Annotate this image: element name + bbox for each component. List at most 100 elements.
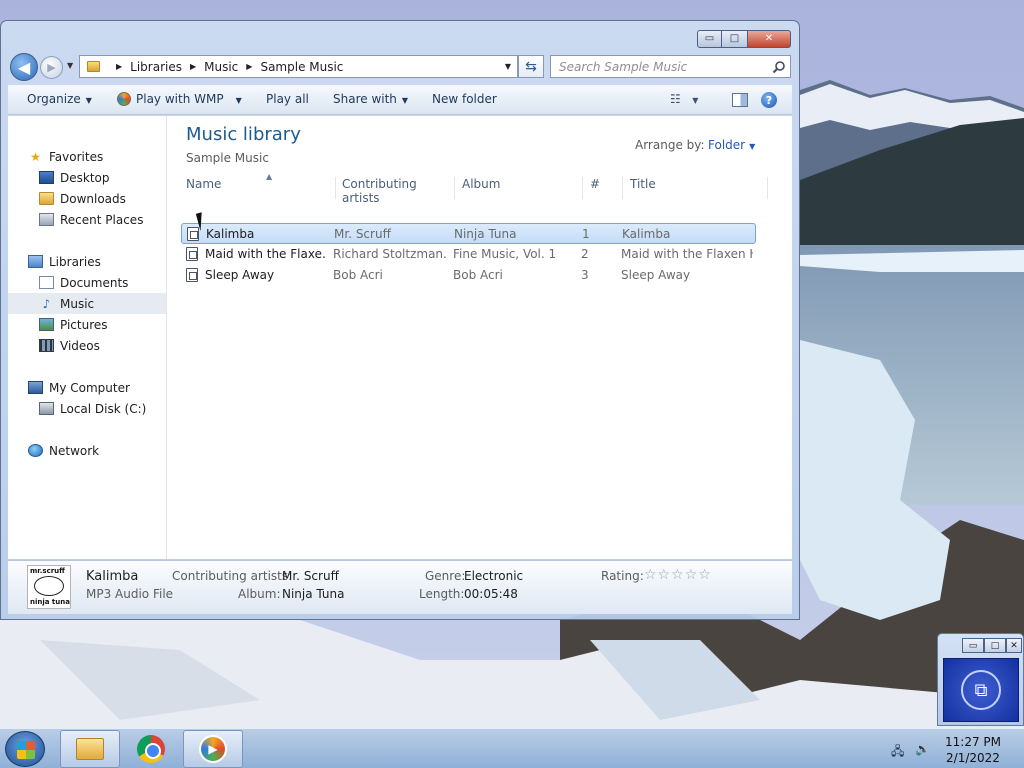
search-input[interactable] [559, 59, 759, 74]
album-art-drawing [34, 576, 64, 596]
minimize-button[interactable]: ▭ [697, 30, 722, 48]
details-artists-value[interactable]: Mr. Scruff [282, 569, 339, 583]
details-genre-label: Genre: [425, 569, 466, 583]
recent-places-icon [39, 213, 54, 226]
forward-button[interactable]: ▶ [40, 56, 63, 79]
change-view-button[interactable]: ☷ ▼ [670, 92, 698, 106]
nav-label: Downloads [60, 191, 126, 206]
navigation-bar: ◀ ▶ ▼ ▶ Libraries ▶ Music ▶ Sample Music… [1, 52, 799, 82]
details-pane: mr.scruff ninja tuna Kalimba MP3 Audio F… [8, 560, 792, 614]
nav-label: Recent Places [60, 212, 144, 227]
mini-restore-button[interactable]: □ [984, 638, 1006, 653]
cell-number: 3 [581, 268, 589, 282]
cell-title: Kalimba [622, 227, 671, 241]
table-row[interactable]: Kalimba Mr. Scruff Ninja Tuna 1 Kalimba [181, 223, 756, 244]
pictures-icon [39, 318, 54, 331]
star-icon: ★ [30, 149, 41, 164]
nav-desktop[interactable]: Desktop [8, 167, 166, 188]
arrange-by-dropdown[interactable]: Folder ▼ [708, 138, 755, 152]
nav-local-disk[interactable]: Local Disk (C:) [8, 398, 166, 419]
details-file-name: Kalimba [86, 569, 139, 584]
nav-favorites[interactable]: ★ Favorites [8, 146, 166, 167]
column-header-album[interactable]: Album [455, 177, 583, 199]
nav-libraries[interactable]: Libraries [8, 251, 166, 272]
clock-time: 11:27 PM [945, 735, 1001, 749]
nav-documents[interactable]: Documents [8, 272, 166, 293]
table-row[interactable]: Maid with the Flaxe... Richard Stoltzman… [181, 244, 756, 265]
mini-minimize-button[interactable]: ▭ [962, 638, 984, 653]
details-genre-value[interactable]: Electronic [464, 569, 523, 583]
chevron-down-icon: ▼ [401, 96, 409, 105]
back-arrow-icon: ◀ [17, 57, 31, 77]
refresh-button[interactable]: ⇆ [518, 55, 544, 78]
volume-icon[interactable]: 🔊 [915, 742, 930, 756]
chevron-down-icon: ▼ [85, 96, 92, 105]
organize-label: Organize [27, 92, 81, 106]
cell-artist: Bob Acri [333, 268, 383, 282]
chevron-down-icon: ▼ [749, 142, 756, 151]
help-icon[interactable]: ? [761, 92, 777, 108]
forward-arrow-icon: ▶ [47, 61, 56, 74]
recent-pages-dropdown[interactable]: ▼ [67, 61, 73, 70]
nav-downloads[interactable]: Downloads [8, 188, 166, 209]
taskbar-chrome-button[interactable] [121, 730, 181, 768]
column-header-artists[interactable]: Contributing artists [335, 177, 455, 205]
play-with-wmp-button[interactable]: Play with WMP ▼ [117, 92, 242, 106]
taskbar-media-player-button[interactable]: ▶ [183, 730, 243, 768]
nav-pictures[interactable]: Pictures [8, 314, 166, 335]
column-header-number[interactable]: # [583, 177, 623, 199]
play-all-button[interactable]: Play all [266, 92, 309, 106]
sort-ascending-icon: ▲ [266, 172, 273, 181]
nav-videos[interactable]: Videos [8, 335, 166, 356]
cell-name: Kalimba [206, 227, 255, 241]
downloads-folder-icon [39, 192, 54, 205]
chevron-right-icon[interactable]: ▶ [190, 62, 196, 71]
cell-artist: Richard Stoltzman... [333, 247, 448, 261]
details-rating-label: Rating: [601, 569, 644, 583]
address-bar[interactable]: ▶ Libraries ▶ Music ▶ Sample Music ▼ [79, 55, 518, 78]
search-box[interactable] [550, 55, 791, 78]
remote-desktop-mini-window[interactable]: ▭ □ ✕ ⧉ [937, 633, 1024, 726]
chevron-down-icon[interactable]: ▼ [505, 62, 511, 71]
details-artists-label: Contributing artists: [172, 569, 293, 583]
column-header-name[interactable]: Name ▲ [186, 172, 336, 199]
nav-network[interactable]: Network [8, 440, 166, 461]
maximize-button[interactable]: □ [722, 30, 748, 48]
start-button[interactable] [5, 731, 45, 767]
back-button[interactable]: ◀ [10, 53, 38, 81]
media-player-icon [117, 92, 131, 106]
chevron-right-icon[interactable]: ▶ [246, 62, 252, 71]
nav-label: Libraries [49, 254, 101, 269]
navigation-pane: ★ Favorites Desktop Downloads Recent Plac… [8, 116, 167, 559]
organize-button[interactable]: Organize ▼ [27, 92, 92, 106]
share-with-button[interactable]: Share with ▼ [333, 92, 408, 106]
nav-label: Desktop [60, 170, 110, 185]
cell-title: Sleep Away [621, 268, 691, 282]
nav-recent-places[interactable]: Recent Places [8, 209, 166, 230]
mini-close-button[interactable]: ✕ [1006, 638, 1022, 653]
details-album-value[interactable]: Ninja Tuna [282, 587, 345, 601]
breadcrumb-music[interactable]: Music [204, 60, 238, 74]
rating-stars[interactable]: ☆☆☆☆☆ [644, 567, 712, 583]
remote-desktop-icon[interactable]: ⧉ [943, 658, 1019, 722]
column-header-title[interactable]: Title [623, 177, 768, 199]
explorer-window: ▭ □ ✕ ◀ ▶ ▼ ▶ Libraries ▶ Music ▶ Sample… [0, 20, 800, 620]
nav-my-computer[interactable]: My Computer [8, 377, 166, 398]
details-file-type: MP3 Audio File [86, 587, 174, 601]
search-icon[interactable] [772, 60, 786, 74]
network-tray-icon[interactable]: 🖧 [891, 742, 905, 758]
nav-music[interactable]: ♪ Music [8, 293, 166, 314]
breadcrumb-libraries[interactable]: Libraries [130, 60, 182, 74]
command-bar: Organize ▼ Play with WMP ▼ Play all Share … [8, 85, 792, 115]
system-clock[interactable]: 11:27 PM 2/1/2022 [937, 734, 1009, 766]
desktop-icon [39, 171, 54, 184]
new-folder-button[interactable]: New folder [432, 92, 497, 106]
documents-icon [39, 276, 54, 289]
close-button[interactable]: ✕ [748, 30, 791, 48]
cell-title: Maid with the Flaxen H... [621, 247, 753, 261]
preview-pane-icon[interactable] [732, 93, 748, 107]
chevron-right-icon[interactable]: ▶ [116, 62, 122, 71]
breadcrumb-sample-music[interactable]: Sample Music [260, 60, 343, 74]
table-row[interactable]: Sleep Away Bob Acri Bob Acri 3 Sleep Awa… [181, 265, 756, 286]
taskbar-explorer-button[interactable] [60, 730, 120, 768]
